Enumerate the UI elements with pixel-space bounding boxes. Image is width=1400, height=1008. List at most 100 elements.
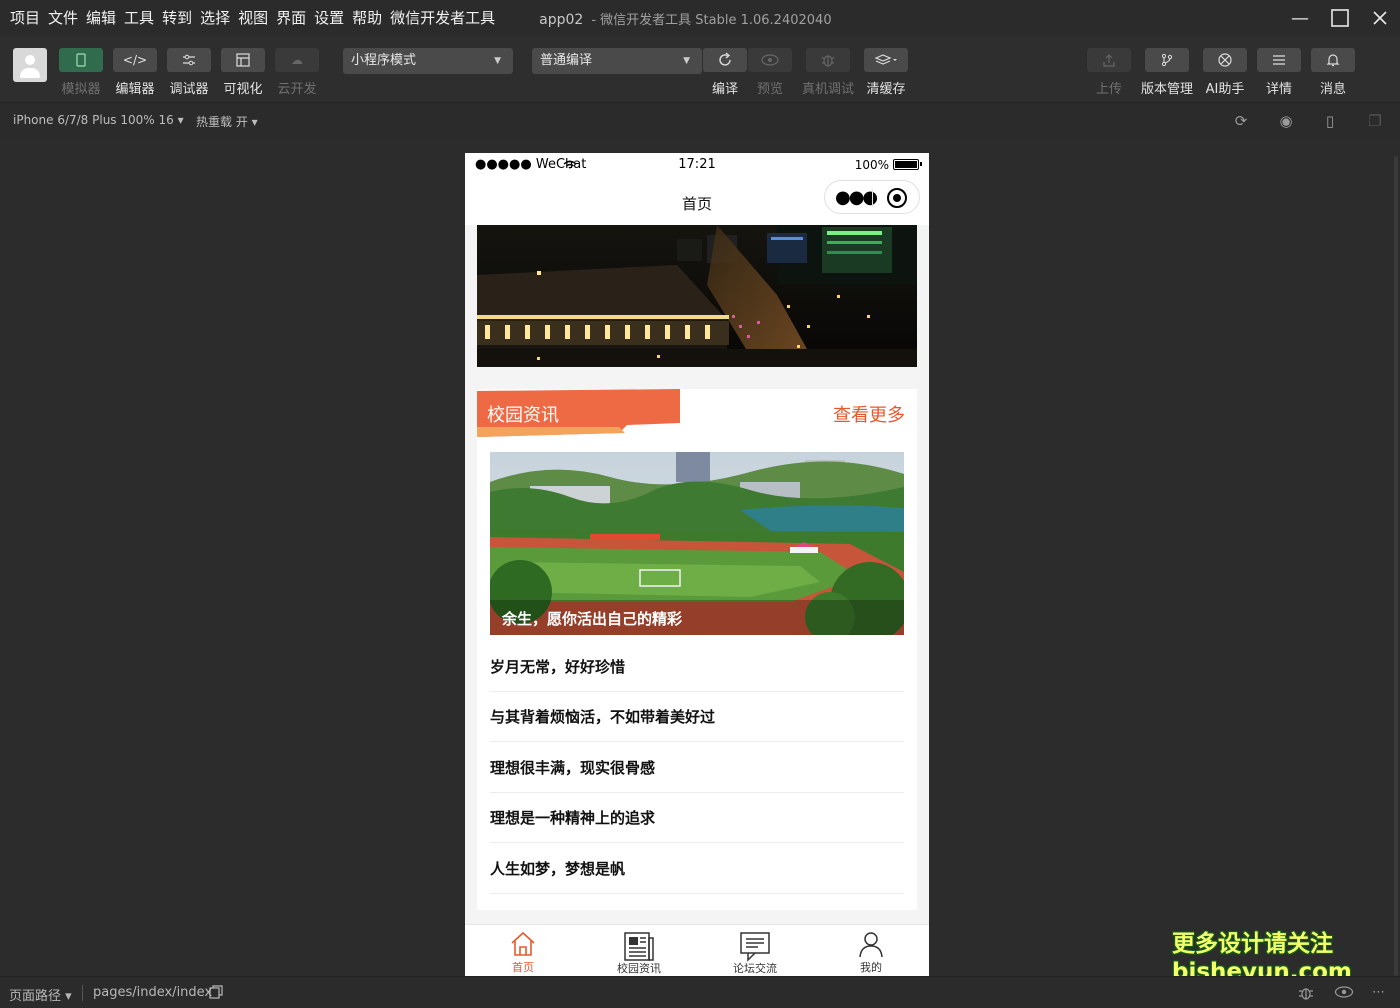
mode-select[interactable]: 小程序模式 ▼ bbox=[343, 48, 513, 74]
home-icon bbox=[511, 931, 535, 956]
device-select[interactable]: iPhone 6/7/8 Plus 100% 16 ▾ bbox=[13, 113, 184, 127]
campus-news-section: 校园资讯 查看更多 余生，愿你活出自己的精彩 岁月无常，好好珍惜 与其背着烦恼活… bbox=[477, 389, 917, 910]
messages-button[interactable]: 消息 bbox=[1310, 48, 1356, 97]
section-title: 校园资讯 bbox=[487, 405, 559, 426]
clear-cache-label: 清缓存 bbox=[866, 82, 906, 97]
tab-home[interactable]: 首页 bbox=[465, 925, 581, 976]
news-item[interactable]: 与其背着烦恼活，不如带着美好过 bbox=[490, 692, 904, 742]
tab-bar: 首页 校园资讯 论坛交流 我的 bbox=[465, 924, 929, 976]
window-icon[interactable]: ❐ bbox=[1366, 112, 1384, 130]
menu-project[interactable]: 项目 bbox=[6, 0, 44, 36]
close-target-icon[interactable] bbox=[887, 188, 907, 208]
vertical-scrollbar[interactable] bbox=[1394, 156, 1398, 976]
cloud-button[interactable]: ☁ 云开发 bbox=[274, 48, 320, 97]
page-path-value: pages/index/index bbox=[93, 985, 213, 1000]
tab-mine-label: 我的 bbox=[860, 961, 882, 974]
app-version: - 微信开发者工具 Stable 1.06.2402040 bbox=[591, 12, 832, 28]
view-more-link[interactable]: 查看更多 bbox=[833, 401, 905, 427]
project-name: app02 bbox=[539, 11, 584, 28]
phone-screen: ●●●●● WeChat 17:21 100% 首页 ●●● 校园资讯 查看更多… bbox=[465, 153, 929, 976]
user-icon bbox=[859, 932, 883, 958]
mode-select-value: 小程序模式 bbox=[351, 53, 417, 68]
menu-select[interactable]: 选择 bbox=[196, 0, 234, 36]
close-icon[interactable] bbox=[1360, 0, 1400, 36]
bug-icon[interactable] bbox=[1297, 985, 1315, 1005]
menu-view[interactable]: 视图 bbox=[234, 0, 272, 36]
visual-button[interactable]: 可视化 bbox=[220, 48, 266, 97]
chat-icon bbox=[740, 932, 770, 962]
avatar[interactable] bbox=[13, 48, 47, 82]
simulator-area: ●●●●● WeChat 17:21 100% 首页 ●●● 校园资讯 查看更多… bbox=[0, 138, 1400, 976]
phone-icon bbox=[59, 48, 103, 72]
more-icon[interactable]: ⋯ bbox=[1372, 985, 1385, 1000]
preview-button[interactable]: 预览 bbox=[747, 48, 793, 97]
minimize-icon[interactable]: — bbox=[1280, 0, 1320, 36]
news-item[interactable]: 岁月无常，好好珍惜 bbox=[490, 642, 904, 692]
tab-forum[interactable]: 论坛交流 bbox=[697, 925, 813, 976]
messages-label: 消息 bbox=[1319, 82, 1346, 97]
featured-news-image[interactable]: 余生，愿你活出自己的精彩 bbox=[490, 452, 904, 635]
menu-goto[interactable]: 转到 bbox=[158, 0, 196, 36]
code-icon: </> bbox=[113, 48, 157, 72]
menu-bar: 项目 文件 编辑 工具 转到 选择 视图 界面 设置 帮助 微信开发者工具 bbox=[6, 0, 499, 36]
upload-label: 上传 bbox=[1095, 82, 1122, 97]
news-item[interactable]: 理想是一种精神上的追求 bbox=[490, 793, 904, 843]
preview-label: 预览 bbox=[756, 82, 783, 97]
featured-caption: 余生，愿你活出自己的精彩 bbox=[502, 610, 683, 628]
branch-icon bbox=[1145, 48, 1189, 72]
hot-reload-toggle[interactable]: 热重载 开 ▾ bbox=[196, 113, 258, 130]
tab-mine[interactable]: 我的 bbox=[813, 925, 929, 976]
cloud-icon: ☁ bbox=[275, 48, 319, 72]
menu-tools[interactable]: 工具 bbox=[120, 0, 158, 36]
layout-icon bbox=[221, 48, 265, 72]
capsule-button: ●●● bbox=[824, 180, 920, 214]
version-label: 版本管理 bbox=[1140, 82, 1193, 97]
page-path-label: 页面路径 bbox=[9, 989, 62, 1004]
rotate-icon[interactable]: ⟳ bbox=[1232, 112, 1250, 130]
compile-select-value: 普通编译 bbox=[540, 53, 593, 68]
stop-icon[interactable]: ◉ bbox=[1277, 112, 1295, 130]
chevron-down-icon: ▼ bbox=[494, 56, 501, 66]
copy-icon[interactable] bbox=[209, 985, 223, 1003]
banner-image[interactable] bbox=[477, 225, 917, 367]
maximize-icon[interactable] bbox=[1320, 0, 1360, 36]
menu-interface[interactable]: 界面 bbox=[272, 0, 310, 36]
menu-settings[interactable]: 设置 bbox=[310, 0, 348, 36]
version-button[interactable]: 版本管理 bbox=[1141, 48, 1193, 97]
upload-icon bbox=[1087, 48, 1131, 72]
ai-button[interactable]: AI助手 bbox=[1202, 48, 1248, 97]
chevron-down-icon: ▼ bbox=[683, 56, 690, 66]
menu-file[interactable]: 文件 bbox=[44, 0, 82, 36]
debugger-button[interactable]: 调试器 bbox=[166, 48, 212, 97]
ai-icon bbox=[1203, 48, 1247, 72]
details-button[interactable]: 详情 bbox=[1256, 48, 1302, 97]
device-select-value: iPhone 6/7/8 Plus 100% 16 bbox=[13, 113, 174, 127]
window-title: app02 - 微信开发者工具 Stable 1.06.2402040 bbox=[539, 9, 831, 28]
more-dots-icon[interactable]: ●●● bbox=[835, 187, 878, 208]
bottom-status-bar: 页面路径 ▾ pages/index/index ⋯ bbox=[0, 976, 1400, 1008]
tab-campus-news-label: 校园资讯 bbox=[617, 962, 661, 975]
menu-edit[interactable]: 编辑 bbox=[82, 0, 120, 36]
menu-lines-icon bbox=[1257, 48, 1301, 72]
cloud-label: 云开发 bbox=[277, 82, 317, 97]
news-item[interactable]: 人生如梦，梦想是帆 bbox=[490, 844, 904, 894]
layers-icon bbox=[864, 48, 908, 72]
page-path-dropdown[interactable]: 页面路径 ▾ bbox=[9, 985, 72, 1004]
device-bar: iPhone 6/7/8 Plus 100% 16 ▾ 热重载 开 ▾ ⟳ ◉ … bbox=[0, 102, 1400, 138]
eye-icon[interactable] bbox=[1334, 985, 1354, 1003]
menu-wechat-devtools[interactable]: 微信开发者工具 bbox=[386, 0, 499, 36]
upload-button[interactable]: 上传 bbox=[1086, 48, 1132, 97]
phone-frame-icon[interactable]: ▯ bbox=[1321, 112, 1339, 130]
title-bar: 项目 文件 编辑 工具 转到 选择 视图 界面 设置 帮助 微信开发者工具 ap… bbox=[0, 0, 1400, 36]
device-debug-button[interactable]: 真机调试 bbox=[802, 48, 854, 97]
simulator-button[interactable]: 模拟器 bbox=[58, 48, 104, 97]
clear-cache-button[interactable]: 清缓存 bbox=[863, 48, 909, 97]
editor-button[interactable]: </> 编辑器 bbox=[112, 48, 158, 97]
nav-bar: 首页 ●●● bbox=[465, 177, 929, 225]
battery-percent: 100% bbox=[854, 158, 889, 172]
status-bar: ●●●●● WeChat 17:21 100% bbox=[465, 153, 929, 177]
tab-campus-news[interactable]: 校园资讯 bbox=[581, 925, 697, 976]
compile-select[interactable]: 普通编译 ▼ bbox=[532, 48, 702, 74]
menu-help[interactable]: 帮助 bbox=[348, 0, 386, 36]
news-item[interactable]: 理想很丰满，现实很骨感 bbox=[490, 743, 904, 793]
